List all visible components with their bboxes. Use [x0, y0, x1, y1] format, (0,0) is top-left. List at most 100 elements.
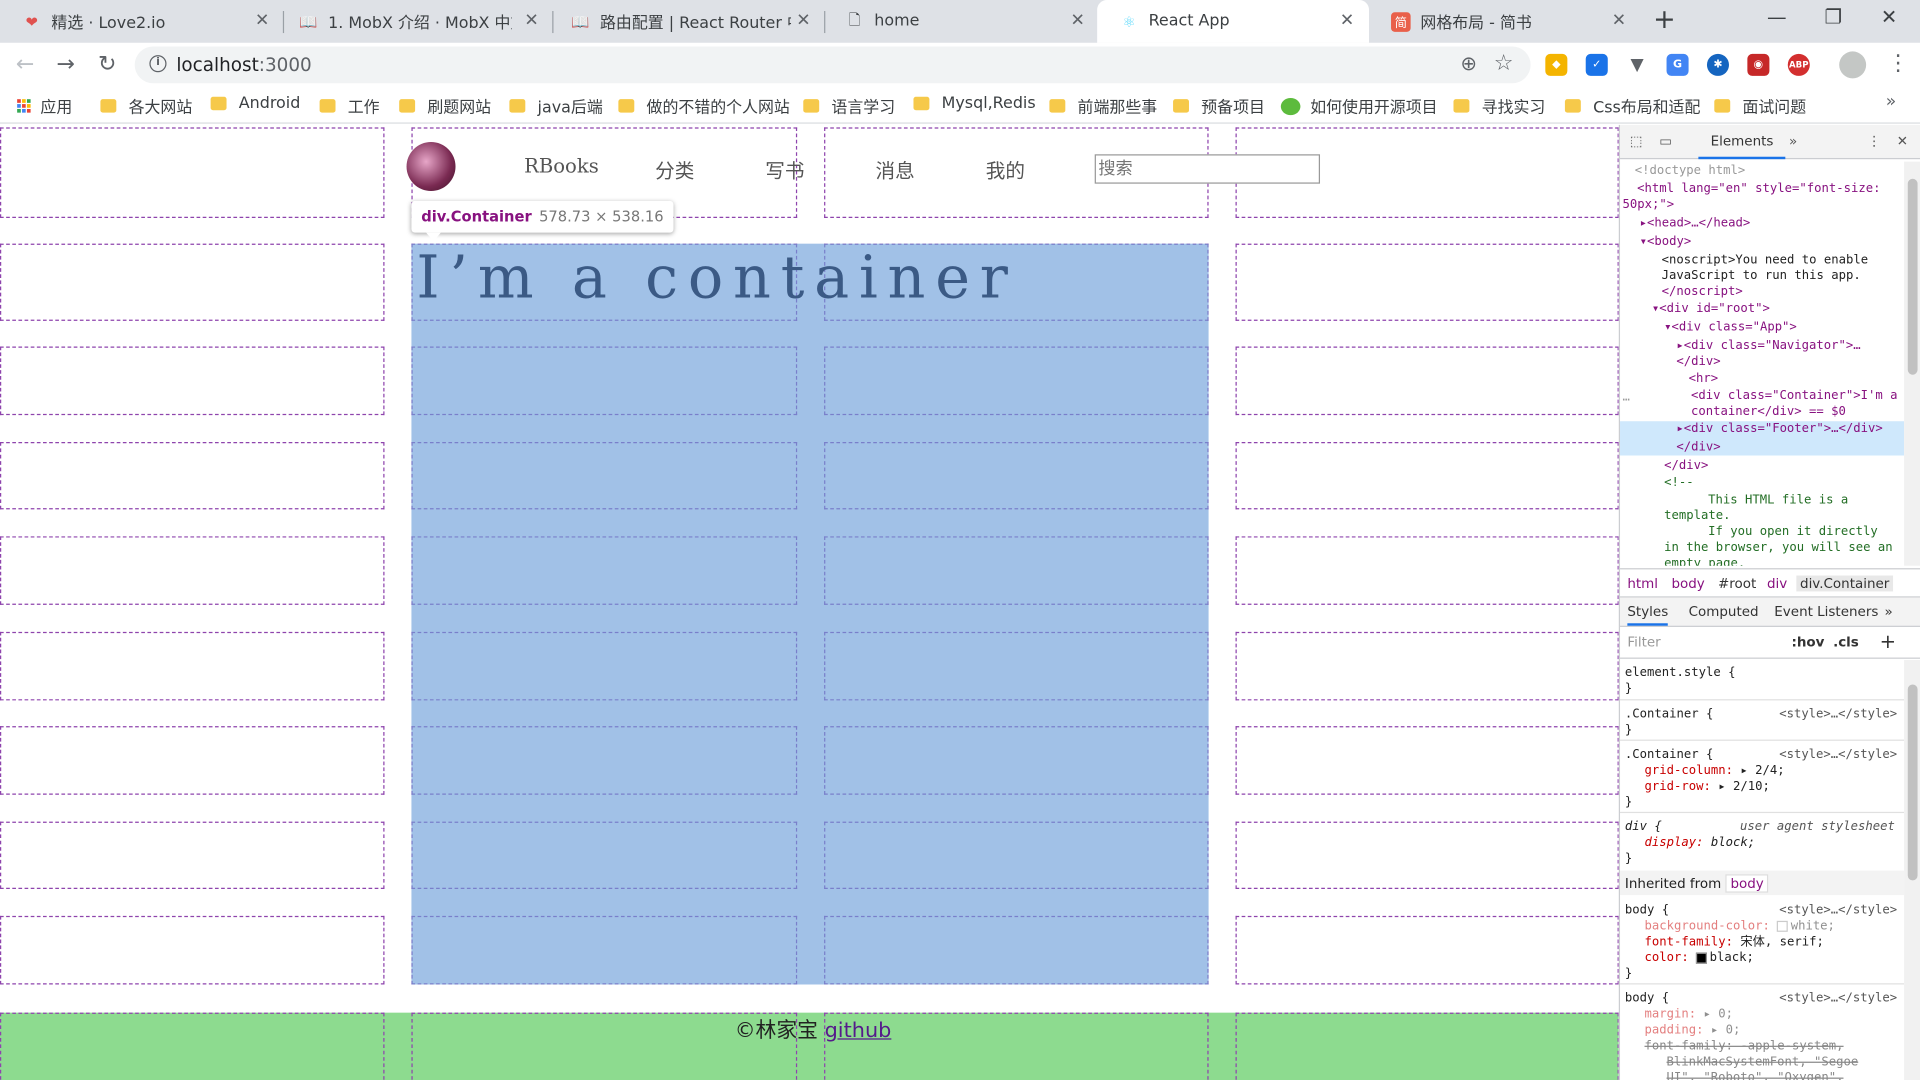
tab-styles[interactable]: Styles [1627, 604, 1669, 626]
more-tabs-icon[interactable]: » [1885, 604, 1893, 620]
tree-line[interactable]: <!-- [1664, 475, 1694, 491]
tree-line[interactable]: ▸<div class="Navigator">… [1676, 338, 1860, 354]
more-menu-icon[interactable]: ⋮ [1887, 50, 1909, 76]
address-bar[interactable]: i localhost:3000 ⊕ ☆ [134, 46, 1531, 84]
style-property[interactable]: display: block; [1645, 835, 1756, 851]
minimize-icon[interactable]: — [1767, 5, 1787, 28]
tree-line[interactable]: <noscript>You need to enable [1662, 252, 1868, 268]
dom-tree-scrollbar[interactable] [1904, 161, 1920, 566]
color-swatch-black[interactable] [1696, 952, 1708, 964]
inspect-element-icon[interactable]: ⬚ [1630, 133, 1643, 149]
bookmark-folder[interactable]: 各大网站 [100, 94, 192, 118]
elements-tab[interactable]: Elements [1698, 125, 1786, 160]
tree-line[interactable]: <html lang="en" style="font-size: [1637, 181, 1880, 197]
breadcrumb-item[interactable]: #root [1718, 576, 1756, 592]
extension-icon[interactable]: ◉ [1747, 53, 1770, 76]
tree-line-selected[interactable]: <div class="Container">I'm a [1691, 388, 1897, 404]
style-property[interactable]: padding: ▸ 0; [1645, 1022, 1741, 1038]
bookmark-folder[interactable]: 工作 [319, 94, 380, 118]
bookmark-folder[interactable]: java后端 [509, 94, 603, 118]
close-tab-icon[interactable]: ✕ [1612, 11, 1626, 31]
tree-line[interactable]: ▸<div class="Footer">…</div> [1676, 421, 1882, 437]
close-tab-icon[interactable]: ✕ [796, 11, 810, 31]
tree-line-selected[interactable]: container</div> == $0 [1691, 404, 1846, 420]
adblock-icon[interactable]: ABP [1787, 53, 1810, 76]
rule-source[interactable]: <style>…</style> [1779, 747, 1897, 763]
breadcrumb-item[interactable]: html [1627, 576, 1658, 592]
more-bookmarks-icon[interactable]: » [1886, 92, 1897, 112]
hov-toggle[interactable]: :hov [1791, 634, 1824, 650]
url-text[interactable]: localhost:3000 [176, 54, 311, 76]
nav-item-messages[interactable]: 消息 [876, 154, 915, 183]
bookmark-folder[interactable]: 前端那些事 [1049, 94, 1157, 118]
bookmark-folder[interactable]: 面试问题 [1714, 94, 1806, 118]
info-icon[interactable]: i [149, 55, 167, 73]
close-tab-icon[interactable]: ✕ [524, 11, 538, 31]
style-property[interactable]: font-family: 宋体, serif; [1645, 934, 1824, 950]
filter-input[interactable]: Filter [1627, 634, 1660, 650]
browser-tab[interactable]: 📖 1. MobX 介绍 · MobX 中文文档 ✕ [277, 0, 554, 43]
new-tab-icon[interactable]: + [1653, 5, 1676, 36]
nav-item-category[interactable]: 分类 [655, 154, 694, 183]
rule-selector[interactable]: .Container { [1625, 747, 1713, 763]
bookmark-folder[interactable]: 寻找实习 [1453, 94, 1545, 118]
extension-icon[interactable]: ✓ [1585, 53, 1608, 76]
style-property[interactable]: background-color: white; [1645, 918, 1835, 934]
extension-icon[interactable]: G [1666, 53, 1689, 76]
cls-toggle[interactable]: .cls [1833, 634, 1859, 650]
nav-brand[interactable]: RBooks [524, 154, 599, 177]
nav-item-mine[interactable]: 我的 [986, 154, 1025, 183]
bookmark-folder[interactable]: Android [210, 94, 300, 113]
browser-tab[interactable]: 简 网格布局 - 简书 ✕ [1369, 0, 1641, 43]
profile-avatar[interactable] [1839, 51, 1867, 79]
browser-tab[interactable]: 🗋 home ✕ [823, 0, 1100, 43]
scrollbar-thumb[interactable] [1907, 178, 1918, 375]
bookmark-item[interactable]: 如何使用开源项目 [1280, 94, 1438, 118]
nav-item-write[interactable]: 写书 [765, 154, 804, 183]
extension-icon[interactable]: ◆ [1545, 53, 1568, 76]
new-rule-icon[interactable]: + [1880, 629, 1896, 652]
extension-icon[interactable]: ▼ [1626, 53, 1649, 76]
device-toolbar-icon[interactable]: ▭ [1659, 133, 1672, 149]
dom-tree[interactable]: <!doctype html> <html lang="en" style="f… [1620, 162, 1905, 566]
rule-source[interactable]: <style>…</style> [1779, 707, 1897, 723]
styles-scrollbar[interactable] [1904, 660, 1920, 1080]
tab-computed[interactable]: Computed [1689, 604, 1759, 620]
back-arrow-icon[interactable]: ← [16, 51, 34, 77]
inherited-element[interactable]: body [1725, 874, 1769, 893]
close-window-icon[interactable]: ✕ [1881, 5, 1897, 28]
more-tabs-icon[interactable]: » [1789, 133, 1797, 149]
close-tab-icon[interactable]: ✕ [1071, 11, 1085, 31]
close-tab-icon[interactable]: ✕ [1340, 11, 1354, 31]
close-tab-icon[interactable]: ✕ [255, 11, 269, 31]
bookmark-folder[interactable]: 做的不错的个人网站 [618, 94, 790, 118]
color-swatch-white[interactable] [1777, 920, 1789, 932]
rule-selector[interactable]: div { [1625, 819, 1662, 835]
style-property-overridden[interactable]: font-family: -apple-system, [1645, 1038, 1844, 1054]
bookmark-folder[interactable]: Mysql,Redis [913, 94, 1036, 113]
rule-selector[interactable]: body { [1625, 991, 1669, 1007]
extension-icon[interactable]: ✱ [1706, 53, 1729, 76]
maximize-icon[interactable]: ❐ [1825, 5, 1843, 28]
tree-line[interactable]: ▾<div class="App"> [1664, 320, 1797, 336]
style-property[interactable]: grid-row: ▸ 2/10; [1645, 779, 1770, 795]
tree-line[interactable]: ▾<body> [1640, 234, 1692, 250]
rbooks-logo[interactable] [406, 142, 456, 192]
scrollbar-thumb[interactable] [1907, 684, 1918, 881]
rule-source[interactable]: <style>…</style> [1779, 902, 1897, 918]
tree-line[interactable]: ▾<div id="root"> [1652, 301, 1770, 317]
browser-tab-active[interactable]: ⚛ React App ✕ [1097, 0, 1369, 43]
github-link[interactable]: github [825, 1019, 892, 1043]
style-property[interactable]: margin: ▸ 0; [1645, 1007, 1733, 1023]
devtools-menu-icon[interactable]: ⋮ [1867, 133, 1880, 149]
breadcrumb-item[interactable]: div [1767, 576, 1787, 592]
ellipsis-icon[interactable]: … [1622, 389, 1629, 405]
tab-event-listeners[interactable]: Event Listeners [1774, 604, 1878, 620]
close-devtools-icon[interactable]: ✕ [1897, 133, 1908, 149]
style-property[interactable]: grid-column: ▸ 2/4; [1645, 763, 1785, 779]
breadcrumb-item-current[interactable]: div.Container [1796, 575, 1894, 592]
rule-source[interactable]: <style>…</style> [1779, 991, 1897, 1007]
tree-line[interactable]: 50px;"> [1622, 197, 1674, 213]
browser-tab[interactable]: 📖 路由配置 | React Router 中文文档 ✕ [549, 0, 826, 43]
bookmark-folder[interactable]: Css布局和适配 [1564, 94, 1700, 118]
